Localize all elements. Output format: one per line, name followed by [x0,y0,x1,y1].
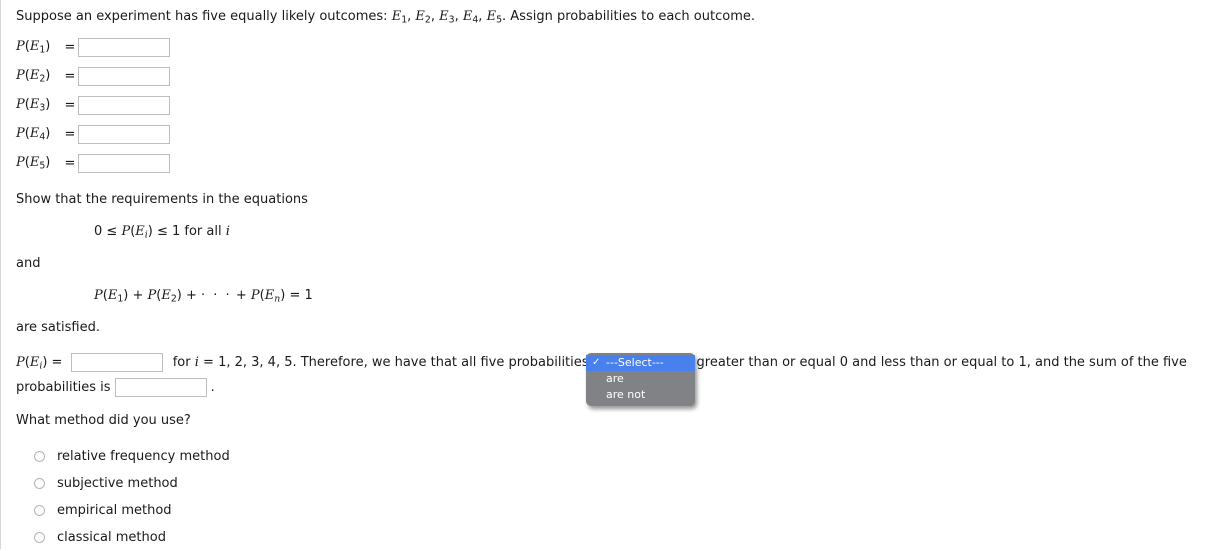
equals-sign-1: = [64,40,76,55]
radio-button-icon[interactable] [34,532,45,543]
and-connector-text: and [16,256,41,271]
outcome-symbol-e1: E1 [391,9,408,26]
radio-option-subjective-method[interactable]: subjective method [34,470,230,497]
radio-option-classical-method[interactable]: classical method [34,524,230,551]
outcome-sep-4: , [478,9,487,24]
dropdown-option-label: are not [606,388,646,401]
probability-label-1: P(E1) [16,39,51,56]
probability-input-3[interactable] [78,96,170,115]
outcome-symbol-e5: E5 [486,9,503,26]
checkmark-icon: ✓ [592,357,601,368]
radio-button-icon[interactable] [34,451,45,462]
radio-button-icon[interactable] [34,505,45,516]
problem-intro-prefix: Suppose an experiment has five equally l… [16,9,392,24]
radio-option-relative-frequency-method[interactable]: relative frequency method [34,443,230,470]
show-requirements-text: Show that the requirements in the equati… [16,192,308,207]
radio-option-label: relative frequency method [57,449,230,464]
sum-input[interactable] [114,378,207,397]
conclusion-mid-text: for i = 1, 2, 3, 4, 5. Therefore, we hav… [172,355,589,370]
probability-label-3: P(E3) [16,97,51,114]
radio-option-label: classical method [57,530,166,545]
radio-option-label: empirical method [57,503,172,518]
pei-label: P(Ei) = [16,355,63,372]
radio-option-empirical-method[interactable]: empirical method [34,497,230,524]
probability-label-4: P(E4) [16,126,51,143]
problem-intro-suffix: . Assign probabilities to each outcome. [502,9,755,24]
sum-prefix-text: probabilities is [16,380,111,395]
outcome-sep-3: , [454,9,463,24]
dropdown-option-label: are [606,372,624,385]
radio-option-label: subjective method [57,476,178,491]
dropdown-option-select[interactable]: ✓ ---Select--- [586,355,695,371]
probability-input-1[interactable] [78,38,170,57]
checkmark-icon-placeholder: ✓ [592,371,606,387]
outcome-symbol-e4: E4 [462,9,479,26]
probability-row-4: P(E4) = [16,120,170,149]
probability-input-group: P(E1) = P(E2) = P(E3) = P(E4) = P(E5) = [16,33,170,178]
outcome-symbol-e2: E2 [415,9,431,26]
conclusion-after-select-text: greater than or equal 0 and less than or… [696,355,1187,370]
pei-input[interactable] [70,353,163,372]
equals-sign-5: = [64,156,76,171]
probability-input-4[interactable] [78,125,170,144]
probability-label-2: P(E2) [16,68,51,85]
equals-sign-3: = [64,98,76,113]
are-are-not-dropdown-popup[interactable]: ✓ ---Select--- ✓ are ✓ are not [586,353,695,406]
dropdown-option-are[interactable]: ✓ are [586,371,695,387]
probability-label-5: P(E5) [16,155,51,172]
radio-button-icon[interactable] [34,478,45,489]
problem-statement: Suppose an experiment has five equally l… [16,9,755,29]
equation-sum: P(E1) + P(E2) + · · · + P(En) = 1 [94,288,313,305]
probability-input-2[interactable] [78,67,170,86]
method-radio-group: relative frequency method subjective met… [34,443,230,551]
conclusion-line-2: probabilities is. [16,378,215,397]
probability-row-5: P(E5) = [16,149,170,178]
checkmark-icon-placeholder: ✓ [592,387,606,403]
dropdown-option-are-not[interactable]: ✓ are not [586,387,695,403]
probability-row-2: P(E2) = [16,62,170,91]
method-question-title: What method did you use? [16,413,191,428]
equation-range: 0 ≤ P(Ei) ≤ 1 for all i [94,224,230,241]
equals-sign-4: = [64,127,76,142]
outcome-symbol-e3: E3 [439,9,455,26]
equals-sign-2: = [64,69,76,84]
are-satisfied-text: are satisfied. [16,320,100,335]
probability-input-5[interactable] [78,154,170,173]
probability-row-1: P(E1) = [16,33,170,62]
dropdown-option-label: ---Select--- [606,356,664,369]
exercise-page: Suppose an experiment has five equally l… [0,0,1208,549]
outcome-sep-2: , [430,9,440,24]
conclusion-period: . [210,380,215,395]
probability-row-3: P(E3) = [16,91,170,120]
